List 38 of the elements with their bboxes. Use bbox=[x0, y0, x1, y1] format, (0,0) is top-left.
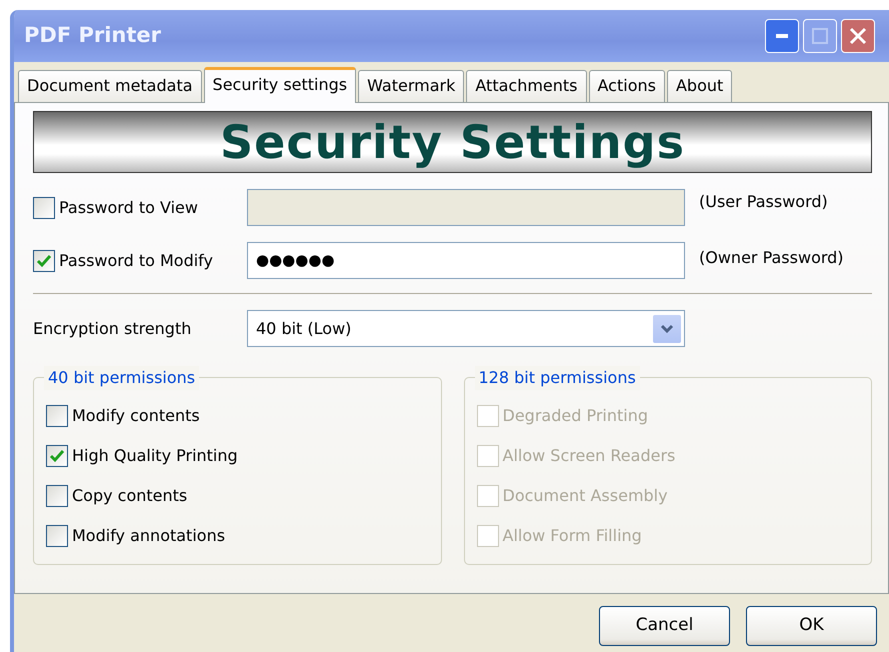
checkbox[interactable] bbox=[33, 250, 55, 272]
checkbox-label: Copy contents bbox=[72, 485, 188, 507]
checkbox-label: Modify contents bbox=[72, 405, 200, 427]
tab[interactable]: Actions bbox=[588, 70, 665, 102]
tab[interactable]: Watermark bbox=[358, 70, 464, 102]
maximize-button[interactable] bbox=[803, 19, 837, 53]
close-icon bbox=[849, 27, 867, 45]
cancel-button[interactable]: Cancel bbox=[599, 606, 730, 646]
group-title: 40 bit permissions bbox=[44, 366, 200, 390]
group-title: 128 bit permissions bbox=[474, 366, 640, 390]
field-note: (Owner Password) bbox=[699, 246, 844, 268]
ok-button[interactable]: OK bbox=[746, 606, 877, 646]
checkbox[interactable] bbox=[46, 525, 68, 547]
window-title: PDF Printer bbox=[24, 22, 162, 50]
checkbox-label: Password to View bbox=[59, 196, 198, 218]
checkbox[interactable] bbox=[46, 485, 68, 507]
minimize-icon bbox=[776, 34, 788, 38]
checkbox-label: Allow Form Filling bbox=[502, 525, 642, 547]
encryption-dropdown[interactable]: 40 bit (Low) bbox=[247, 310, 685, 347]
tab[interactable]: Attachments bbox=[466, 70, 587, 102]
field-note: (User Password) bbox=[699, 190, 828, 212]
checkbox[interactable] bbox=[46, 405, 68, 427]
close-button[interactable] bbox=[841, 19, 875, 53]
tab[interactable]: Document metadata bbox=[18, 70, 202, 102]
tab[interactable]: About bbox=[666, 70, 732, 102]
checkbox-label: Document Assembly bbox=[502, 485, 668, 507]
checkbox-label: Allow Screen Readers bbox=[502, 445, 676, 467]
checkbox-label: Modify annotations bbox=[72, 525, 226, 547]
tab[interactable]: Security settings bbox=[204, 67, 356, 103]
checkbox-label: Degraded Printing bbox=[502, 405, 648, 427]
maximize-icon bbox=[812, 28, 828, 44]
field-label: Encryption strength bbox=[33, 318, 192, 340]
dropdown-value: 40 bit (Low) bbox=[256, 318, 352, 340]
password-field[interactable]: ●●●●●● bbox=[247, 242, 685, 279]
minimize-button[interactable] bbox=[765, 19, 799, 53]
checkbox[interactable] bbox=[46, 445, 68, 467]
checkbox-label: Password to Modify bbox=[59, 250, 213, 272]
checkbox-label: High Quality Printing bbox=[72, 445, 238, 467]
